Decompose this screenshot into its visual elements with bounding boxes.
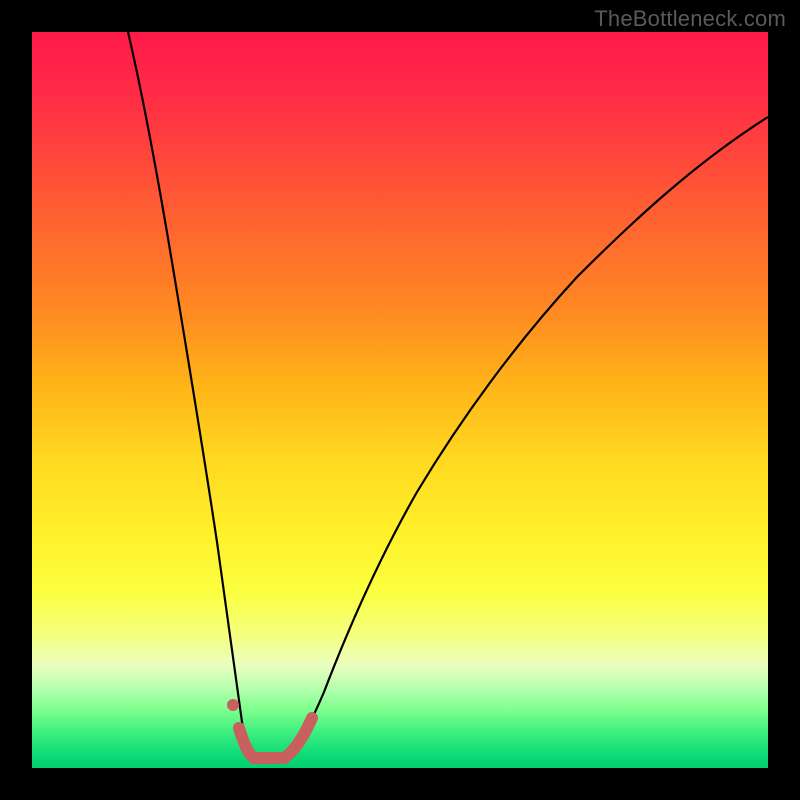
bottleneck-curve (128, 32, 768, 761)
trough-marker-right (284, 718, 312, 758)
plot-area (32, 32, 768, 768)
curve-layer (32, 32, 768, 768)
watermark-text: TheBottleneck.com (594, 6, 786, 32)
trough-marker-dot (227, 699, 239, 711)
chart-frame: TheBottleneck.com (0, 0, 800, 800)
